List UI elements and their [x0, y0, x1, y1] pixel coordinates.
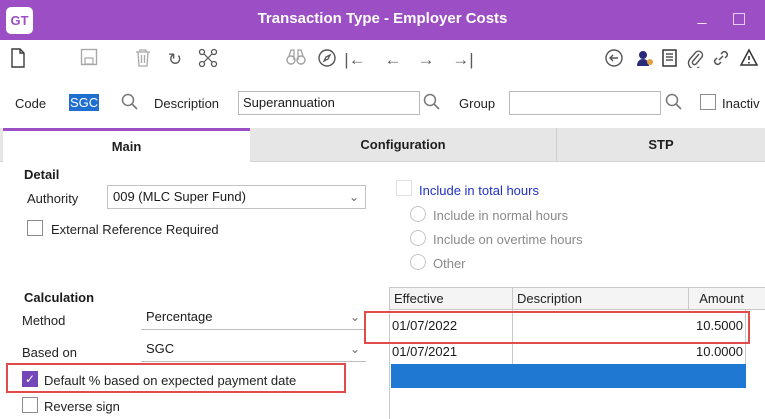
highlight-box-rate-row: [364, 311, 750, 344]
back-circle-icon[interactable]: [602, 48, 626, 72]
window-title: Transaction Type - Employer Costs: [257, 10, 508, 27]
rates-table: Effective Description Amount 01/07/2022 …: [389, 287, 765, 419]
reverse-sign-label: Reverse sign: [44, 399, 120, 414]
description-input[interactable]: Superannuation: [238, 91, 420, 115]
based-on-select[interactable]: SGC ⌄: [141, 338, 366, 362]
reverse-sign-checkbox[interactable]: [22, 397, 38, 413]
refresh-icon[interactable]: ↻: [163, 48, 187, 72]
authority-label: Authority: [27, 191, 79, 206]
save-icon[interactable]: [78, 48, 100, 72]
link-icon[interactable]: [710, 48, 732, 72]
method-select[interactable]: Percentage ⌄: [141, 306, 366, 330]
column-header-amount[interactable]: Amount: [688, 288, 765, 310]
minimize-button[interactable]: _: [690, 4, 714, 30]
tab-stp[interactable]: STP: [557, 128, 765, 162]
method-value: Percentage: [146, 309, 213, 324]
group-input[interactable]: [509, 91, 661, 115]
new-row-selected[interactable]: [391, 364, 746, 388]
users-icon[interactable]: [634, 48, 656, 72]
based-on-value: SGC: [146, 341, 175, 356]
code-search-icon[interactable]: [121, 93, 139, 117]
based-on-label: Based on: [22, 345, 77, 360]
tab-main[interactable]: Main: [3, 128, 250, 163]
last-record-icon[interactable]: →|: [449, 48, 477, 72]
next-record-icon[interactable]: →: [414, 48, 438, 72]
method-label: Method: [22, 313, 66, 328]
include-normal-hours-radio[interactable]: [410, 206, 426, 222]
chevron-down-icon: ⌄: [348, 190, 359, 204]
previous-record-icon[interactable]: ←: [381, 48, 405, 72]
notes-icon[interactable]: [659, 48, 681, 72]
hierarchy-icon[interactable]: [196, 48, 220, 72]
calculation-heading: Calculation: [24, 290, 95, 305]
group-search-icon[interactable]: [665, 93, 683, 117]
title-bar: GT Transaction Type - Employer Costs _: [0, 0, 765, 40]
attach-icon[interactable]: [684, 48, 706, 72]
authority-select[interactable]: 009 (MLC Super Fund) ⌄: [107, 185, 366, 209]
include-overtime-hours-radio[interactable]: [410, 230, 426, 246]
navigate-compass-icon[interactable]: [315, 48, 339, 72]
maximize-button[interactable]: [733, 13, 745, 25]
external-reference-checkbox[interactable]: [27, 220, 43, 236]
authority-value: 009 (MLC Super Fund): [113, 189, 246, 204]
code-label: Code: [15, 96, 47, 111]
toolbar: ↻ |← ← → →|: [0, 40, 765, 80]
code-input[interactable]: SGC: [64, 91, 116, 115]
tab-bar: Main Configuration STP: [0, 128, 765, 163]
group-label: Group: [459, 96, 496, 111]
external-reference-label: External Reference Required: [51, 222, 219, 237]
new-document-icon[interactable]: [8, 48, 28, 72]
description-search-icon[interactable]: [423, 93, 441, 117]
find-binoculars-icon[interactable]: [284, 48, 308, 72]
first-record-icon[interactable]: |←: [343, 48, 367, 72]
other-radio[interactable]: [410, 254, 426, 270]
include-normal-hours-label: Include in normal hours: [433, 208, 569, 223]
column-header-description[interactable]: Description: [512, 288, 688, 310]
inactive-checkbox[interactable]: [700, 94, 716, 110]
delete-icon[interactable]: [132, 48, 154, 72]
tab-configuration[interactable]: Configuration: [250, 128, 556, 162]
include-total-hours-checkbox[interactable]: [396, 180, 412, 196]
description-label: Description: [154, 96, 220, 111]
highlight-box-default-percent: [6, 363, 346, 393]
other-label: Other: [433, 256, 466, 271]
column-header-effective[interactable]: Effective: [390, 288, 512, 310]
inactive-label: Inactiv: [722, 96, 760, 111]
include-overtime-hours-label: Include on overtime hours: [433, 232, 583, 247]
code-value: SGC: [69, 94, 100, 111]
detail-heading: Detail: [24, 167, 60, 182]
include-total-hours-label: Include in total hours: [419, 183, 539, 198]
chevron-down-icon: ⌄: [349, 342, 360, 356]
chevron-down-icon: ⌄: [349, 310, 360, 324]
warning-icon[interactable]: [737, 48, 761, 72]
